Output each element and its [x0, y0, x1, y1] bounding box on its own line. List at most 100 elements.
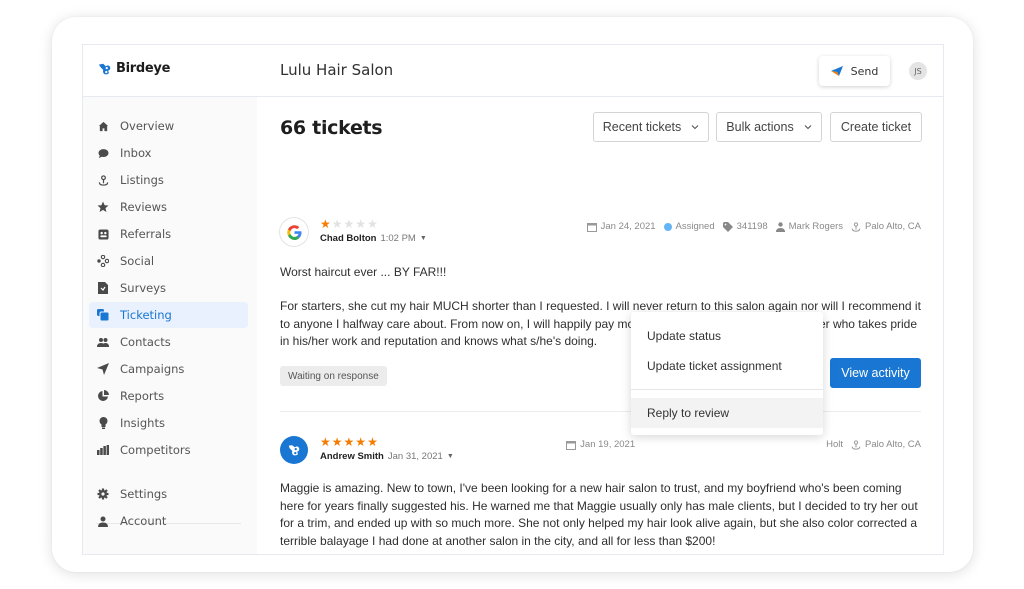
star-icon [97, 201, 109, 213]
birdeye-source-icon [280, 436, 308, 464]
sidebar-item-referrals[interactable]: Referrals [89, 221, 248, 247]
star-empty-icon: ★ [331, 217, 343, 231]
bulk-actions-dropdown[interactable]: Bulk actions [716, 112, 822, 142]
sidebar-item-settings[interactable]: Settings [89, 481, 248, 507]
view-activity-button[interactable]: View activity [830, 358, 921, 388]
ticket-card: ★ ★ ★ ★ ★ Chad Bolton 1:02 PM ▼ Jan 24, 2021… [280, 218, 921, 398]
brand-name: Birdeye [116, 61, 171, 76]
calendar-icon [586, 222, 597, 232]
user-icon [97, 515, 109, 527]
chevron-down-icon [804, 125, 812, 130]
brand-logo[interactable]: Birdeye [98, 61, 170, 76]
send-label: Send [850, 64, 879, 78]
star-filled-icon: ★ [355, 435, 367, 449]
ticket-icon [97, 309, 109, 321]
ticket-card: ★ ★ ★ ★ ★ Andrew Smith Jan 31, 2021 ▼ Jan 19… [280, 436, 921, 554]
reviewer-name: Andrew Smith [320, 451, 384, 462]
star-filled-icon: ★ [320, 217, 331, 231]
pie-chart-icon [97, 390, 109, 402]
star-filled-icon: ★ [367, 435, 378, 449]
menu-item-update-assignment[interactable]: Update ticket assignment [631, 351, 823, 381]
star-filled-icon: ★ [331, 435, 343, 449]
star-rating: ★ ★ ★ ★ ★ [320, 436, 378, 448]
social-icon [97, 255, 109, 267]
survey-icon [97, 282, 109, 294]
google-icon [280, 218, 308, 246]
location-pin-icon [851, 439, 861, 450]
paper-plane-icon [830, 66, 843, 76]
reviewer-name: Chad Bolton [320, 233, 377, 244]
sidebar-item-campaigns[interactable]: Campaigns [89, 356, 248, 382]
sidebar-item-reviews[interactable]: Reviews [89, 194, 248, 220]
sidebar-item-surveys[interactable]: Surveys [89, 275, 248, 301]
ticket-actions-menu: Update status Update ticket assignment R… [631, 312, 823, 435]
ticket-date: Jan 19, 2021 [580, 439, 636, 450]
chevron-down-icon [691, 125, 699, 130]
paper-plane-icon [97, 363, 109, 375]
app-window: Birdeye Lulu Hair Salon Send JS Overview… [82, 44, 944, 555]
sidebar: Overview Inbox Listings Reviews Referral… [83, 97, 257, 554]
star-empty-icon: ★ [355, 217, 367, 231]
birdeye-logo-icon [98, 63, 111, 74]
ticket-assignee: Mark Rogers [788, 221, 844, 232]
ticket-id: 341198 [736, 221, 768, 232]
status-dot-icon [663, 222, 672, 231]
ticket-assignee: Holt [826, 439, 844, 450]
referrals-icon [97, 228, 109, 240]
lightbulb-icon [97, 417, 109, 429]
ticket-location: Palo Alto, CA [865, 221, 921, 232]
recent-tickets-dropdown[interactable]: Recent tickets [593, 112, 709, 142]
user-icon [775, 221, 785, 232]
review-body: Maggie is amazing. New to town, I've bee… [280, 481, 918, 548]
bar-chart-icon [97, 444, 109, 456]
menu-divider [631, 389, 823, 390]
star-filled-icon: ★ [320, 435, 331, 449]
ticket-status: Assigned [675, 221, 715, 232]
review-time: 1:02 PM [380, 233, 416, 244]
reviewer-info: Chad Bolton 1:02 PM ▼ [320, 233, 427, 244]
home-icon [97, 120, 109, 132]
calendar-icon [566, 440, 577, 450]
review-body: For starters, she cut my hair MUCH short… [280, 299, 921, 348]
sidebar-item-insights[interactable]: Insights [89, 410, 248, 436]
sidebar-item-competitors[interactable]: Competitors [89, 437, 248, 463]
menu-item-reply-to-review[interactable]: Reply to review [631, 398, 823, 428]
star-empty-icon: ★ [343, 217, 355, 231]
star-filled-icon: ★ [343, 435, 355, 449]
send-button[interactable]: Send [819, 56, 890, 86]
reviewer-info: Andrew Smith Jan 31, 2021 ▼ [320, 451, 454, 462]
main-content: 66 tickets Recent tickets Bulk actions C… [257, 97, 943, 554]
sidebar-item-account[interactable]: Account [89, 508, 248, 534]
top-bar: Birdeye Lulu Hair Salon Send JS [83, 45, 943, 97]
user-avatar[interactable]: JS [909, 62, 927, 80]
star-empty-icon: ★ [367, 217, 378, 231]
star-rating: ★ ★ ★ ★ ★ [320, 218, 378, 230]
sidebar-item-listings[interactable]: Listings [89, 167, 248, 193]
sidebar-item-inbox[interactable]: Inbox [89, 140, 248, 166]
review-title: Worst haircut ever ... BY FAR!!! [280, 265, 447, 279]
ticket-date: Jan 24, 2021 [600, 221, 656, 232]
location-pin-icon [97, 174, 109, 186]
sidebar-item-overview[interactable]: Overview [89, 113, 248, 139]
page-title: 66 tickets [280, 117, 383, 139]
review-time: Jan 31, 2021 [387, 451, 443, 462]
chat-bubble-icon [97, 147, 109, 159]
ticket-location: Palo Alto, CA [865, 439, 921, 450]
sidebar-item-ticketing[interactable]: Ticketing [89, 302, 248, 328]
sidebar-item-social[interactable]: Social [89, 248, 248, 274]
ticket-meta: Jan 24, 2021 Assigned 341198 Mark Rogers… [586, 221, 921, 232]
contacts-icon [97, 336, 109, 348]
location-pin-icon [851, 221, 861, 232]
caret-down-icon[interactable]: ▼ [420, 235, 427, 242]
gear-icon [97, 488, 109, 500]
business-name: Lulu Hair Salon [280, 61, 394, 79]
ticket-meta: Jan 19, 2021 Holt Palo Alto, CA [566, 439, 921, 450]
sidebar-item-contacts[interactable]: Contacts [89, 329, 248, 355]
menu-item-update-status[interactable]: Update status [631, 321, 823, 351]
divider [280, 411, 921, 412]
status-chip: Waiting on response [280, 366, 387, 386]
sidebar-item-reports[interactable]: Reports [89, 383, 248, 409]
create-ticket-button[interactable]: Create ticket [830, 112, 922, 142]
caret-down-icon[interactable]: ▼ [447, 453, 454, 460]
tag-icon [722, 221, 733, 232]
